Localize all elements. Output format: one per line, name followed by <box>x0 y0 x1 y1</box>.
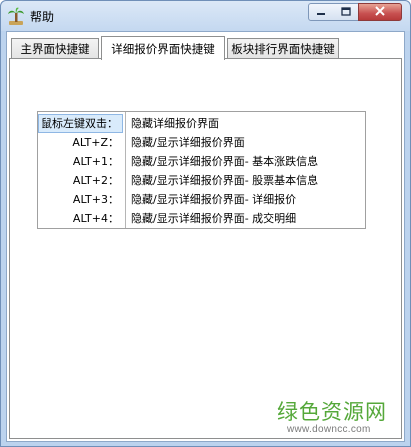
shortcut-desc: 隐藏/显示详细报价界面- 基本涨跌信息 <box>131 155 319 168</box>
close-button[interactable] <box>358 3 402 21</box>
shortcut-desc: 隐藏详细报价界面 <box>131 117 219 130</box>
list-item[interactable]: ALT+4： 隐藏/显示详细报价界面- 成交明细 <box>38 209 365 228</box>
window-title: 帮助 <box>30 10 55 24</box>
watermark-url: www.downcc.com <box>287 424 371 435</box>
maximize-button[interactable] <box>333 3 359 21</box>
tab-strip: 主界面快捷键 详细报价界面快捷键 板块排行界面快捷键 <box>9 36 402 60</box>
minimize-button[interactable] <box>308 3 334 21</box>
shortcut-key: ALT+3： <box>72 193 119 206</box>
shortcut-desc: 隐藏/显示详细报价界面- 股票基本信息 <box>131 174 319 187</box>
title-bar[interactable]: 帮助 <box>1 1 410 31</box>
shortcut-key: ALT+2： <box>72 174 119 187</box>
maximize-icon <box>340 6 351 19</box>
shortcut-key: ALT+Z： <box>72 136 119 149</box>
tab-sector-shortcuts[interactable]: 板块排行界面快捷键 <box>227 38 339 59</box>
shortcut-key: ALT+1： <box>72 155 119 168</box>
list-item[interactable]: ALT+1： 隐藏/显示详细报价界面- 基本涨跌信息 <box>38 152 365 171</box>
shortcut-desc: 隐藏/显示详细报价界面- 成交明细 <box>131 212 297 225</box>
shortcut-key: 鼠标左键双击： <box>38 114 123 133</box>
list-item[interactable]: 鼠标左键双击： 隐藏详细报价界面 <box>38 114 365 133</box>
list-item[interactable]: ALT+2： 隐藏/显示详细报价界面- 股票基本信息 <box>38 171 365 190</box>
help-window: 帮助 主界面快捷键 详细报价界面快捷键 板块排行界面快捷键 鼠标左键双击： 隐藏… <box>0 0 411 447</box>
shortcut-desc: 隐藏/显示详细报价界面 <box>131 136 245 149</box>
tab-quote-shortcuts[interactable]: 详细报价界面快捷键 <box>101 36 225 60</box>
minimize-icon <box>316 6 326 19</box>
close-icon <box>375 5 385 19</box>
tab-main-shortcuts[interactable]: 主界面快捷键 <box>11 38 99 59</box>
watermark: 绿色资源网 www.downcc.com <box>271 396 411 446</box>
tab-panel: 鼠标左键双击： 隐藏详细报价界面 ALT+Z： 隐藏/显示详细报价界面 ALT+… <box>9 58 402 439</box>
shortcut-desc: 隐藏/显示详细报价界面- 详细报价 <box>131 193 297 206</box>
client-area: 主界面快捷键 详细报价界面快捷键 板块排行界面快捷键 鼠标左键双击： 隐藏详细报… <box>6 31 405 442</box>
watermark-logo: 绿色资源网 <box>277 400 387 424</box>
list-item[interactable]: ALT+3： 隐藏/显示详细报价界面- 详细报价 <box>38 190 365 209</box>
shortcut-key: ALT+4： <box>72 212 119 225</box>
palm-tree-icon <box>8 7 24 25</box>
shortcut-list[interactable]: 鼠标左键双击： 隐藏详细报价界面 ALT+Z： 隐藏/显示详细报价界面 ALT+… <box>37 111 366 229</box>
list-item[interactable]: ALT+Z： 隐藏/显示详细报价界面 <box>38 133 365 152</box>
